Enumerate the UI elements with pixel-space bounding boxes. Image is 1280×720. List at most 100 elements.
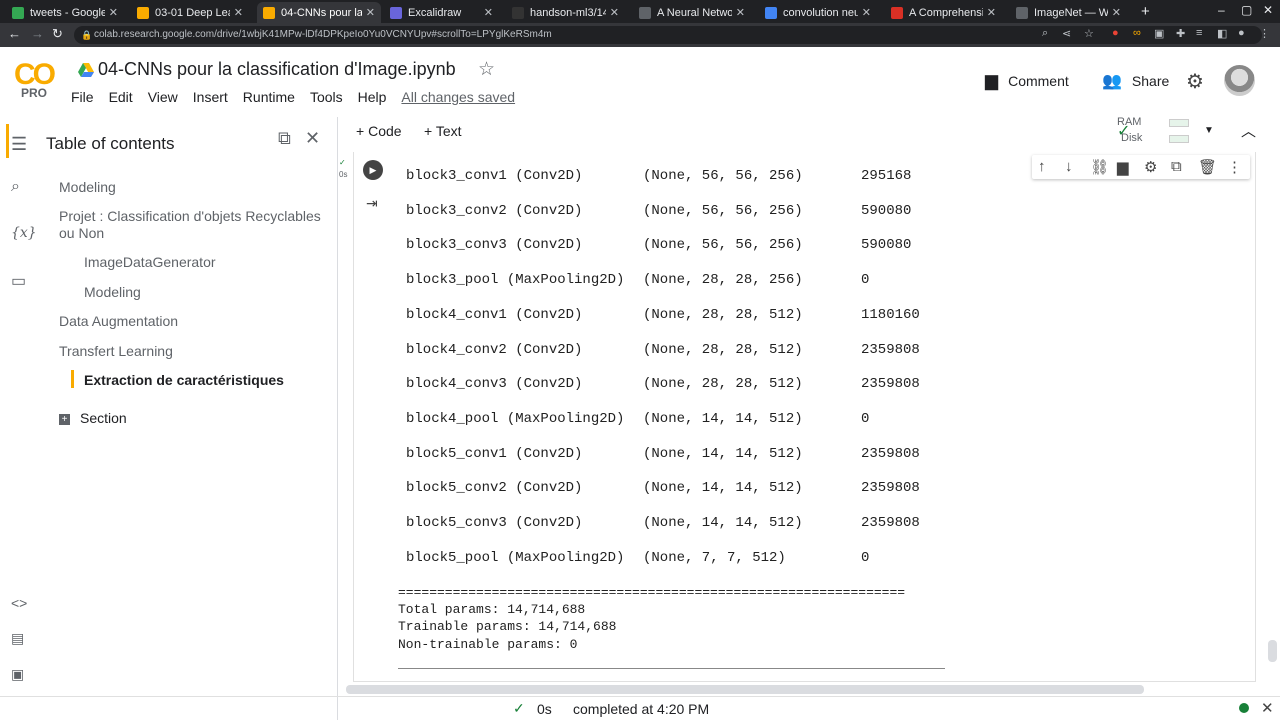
browser-tab[interactable]: A Comprehensive ✕ [885,2,1002,23]
profile-icon[interactable]: ● [1238,27,1245,39]
bookmark-star-icon[interactable]: ☆ [1084,27,1094,40]
zoom-icon[interactable]: ⌕ [1042,27,1048,40]
layer-shape: (None, 14, 14, 512) [643,515,803,531]
layer-name: block5_conv2 (Conv2D) [406,480,583,496]
open-in-tab-icon[interactable]: ⧉ [278,128,291,149]
browser-tab[interactable]: ImageNet — Wiki ✕ [1010,2,1127,23]
layer-name: block5_conv3 (Conv2D) [406,515,583,531]
notebook-title[interactable]: 04-CNNs pour la classification d'Image.i… [98,59,456,80]
runtime-dropdown-icon[interactable]: ▼ [1204,125,1214,136]
add-text-button[interactable]: + Text [424,123,462,139]
close-tab-icon[interactable]: ✕ [109,6,118,19]
people-icon: 👥 [1102,73,1122,90]
layer-shape: (None, 28, 28, 512) [643,376,803,392]
browser-tab[interactable]: 04-CNNs pour la c ✕ [257,2,381,23]
back-icon[interactable]: ← [8,26,21,41]
extension-icon[interactable]: ▣ [1154,27,1164,40]
toc-item[interactable]: Modeling [84,284,141,300]
minimize-window-icon[interactable]: – [1218,3,1225,17]
side-rail: ☰ ⌕ {x} ▭ <> ▤ ▣ [0,117,40,720]
move-up-icon[interactable]: ↑ [1038,158,1046,175]
close-window-icon[interactable]: ✕ [1263,3,1273,17]
search-icon[interactable]: ⌕ [11,178,20,196]
toc-item[interactable]: Projet : Classification d'objets Recycla… [59,208,321,224]
star-icon[interactable]: ☆ [478,58,495,81]
gear-icon[interactable]: ⚙ [1186,69,1204,94]
horizontal-scrollbar[interactable] [346,685,1144,694]
close-tab-icon[interactable]: ✕ [862,6,871,19]
reading-list-icon[interactable]: ≡ [1196,27,1202,39]
browser-tab[interactable]: 03-01 Deep Learni ✕ [131,2,249,23]
forward-icon[interactable]: → [31,26,44,41]
menu-item-view[interactable]: View [148,89,178,105]
browser-tab[interactable]: tweets - Google D ✕ [6,2,124,23]
close-tab-icon[interactable]: ✕ [234,6,243,19]
toc-add-section[interactable]: + Section [59,410,127,426]
extension-icon[interactable]: ● [1112,27,1119,39]
browser-tab-title: convolution neura [783,6,858,19]
reload-icon[interactable]: ↻ [52,26,63,42]
kebab-menu-icon[interactable]: ⋮ [1227,158,1242,176]
code-snippets-icon[interactable]: <> [11,595,27,611]
side-panel-icon[interactable]: ◧ [1217,27,1227,40]
avatar[interactable] [1224,65,1255,96]
colab-extension-icon[interactable]: ∞ [1133,27,1141,39]
close-tab-icon[interactable]: ✕ [610,6,619,19]
menu-item-insert[interactable]: Insert [193,89,228,105]
layer-name: block4_conv3 (Conv2D) [406,376,583,392]
share-page-icon[interactable]: ⋖ [1062,27,1071,40]
output-options-icon[interactable]: ⇥ [366,195,378,212]
puzzle-icon[interactable]: ✚ [1176,27,1185,40]
toc-item-active[interactable]: Extraction de caractéristiques [84,372,284,388]
menu-item-help[interactable]: Help [358,89,387,105]
save-status[interactable]: All changes saved [401,89,515,105]
menu-item-edit[interactable]: Edit [109,89,133,105]
close-tab-icon[interactable]: ✕ [736,6,745,19]
menu-item-runtime[interactable]: Runtime [243,89,295,105]
browser-tab[interactable]: convolution neura ✕ [759,2,877,23]
run-cell-button[interactable]: ▶ [363,160,383,180]
variables-icon[interactable]: {x} [11,225,37,241]
toc-list-icon[interactable]: ☰ [11,134,27,155]
new-tab-icon[interactable]: + [1141,3,1150,20]
browser-tab[interactable]: A Neural Network ✕ [633,2,751,23]
add-code-button[interactable]: + Code [356,123,402,139]
folder-icon[interactable]: ▭ [11,271,26,291]
move-down-icon[interactable]: ↓ [1065,158,1073,175]
comment-icon[interactable]: ▆ [1117,158,1129,176]
share-label: Share [1131,73,1170,89]
gear-icon[interactable]: ⚙ [1144,158,1157,176]
vertical-scrollbar[interactable] [1268,640,1277,662]
mirror-cell-icon[interactable]: ⧉ [1171,158,1182,175]
delete-icon[interactable]: 🗑 [1198,158,1217,176]
browser-tab[interactable]: handson-ml3/14_ ✕ [506,2,625,23]
command-palette-icon[interactable]: ▤ [11,630,24,647]
close-tab-icon[interactable]: ✕ [366,6,375,19]
maximize-window-icon[interactable]: ▢ [1241,3,1252,17]
close-icon[interactable]: ✕ [1261,699,1274,717]
close-tab-icon[interactable]: ✕ [484,6,493,19]
menu-item-file[interactable]: File [71,89,94,105]
close-icon[interactable]: ✕ [305,128,320,149]
toc-item[interactable]: ou Non [59,225,104,241]
toc-item[interactable]: ImageDataGenerator [84,254,216,270]
share-button[interactable]: 👥 Share [1102,71,1169,91]
terminal-icon[interactable]: ▣ [11,666,24,683]
browser-tab[interactable]: Excalidraw ✕ [384,2,499,23]
toc-item[interactable]: Data Augmentation [59,313,178,329]
layer-params: 590080 [861,203,912,219]
toc-item[interactable]: Modeling [59,179,116,195]
add-code-label: Code [368,123,402,139]
close-tab-icon[interactable]: ✕ [1112,6,1121,19]
layer-name: block5_pool (MaxPooling2D) [406,550,625,566]
comment-button[interactable]: ▆ Comment [985,71,1069,91]
menu-item-tools[interactable]: Tools [310,89,343,105]
link-icon[interactable]: ⛓ [1090,158,1109,176]
ram-bar [1169,119,1189,127]
status-message[interactable]: completed at 4:20 PM [573,701,709,717]
toc-item[interactable]: Transfert Learning [59,343,173,359]
collapse-header-icon[interactable]: ︿ [1241,120,1256,141]
colab-logo[interactable]: CO PRO [14,58,58,100]
kebab-menu-icon[interactable]: ⋮ [1259,27,1270,40]
close-tab-icon[interactable]: ✕ [987,6,996,19]
